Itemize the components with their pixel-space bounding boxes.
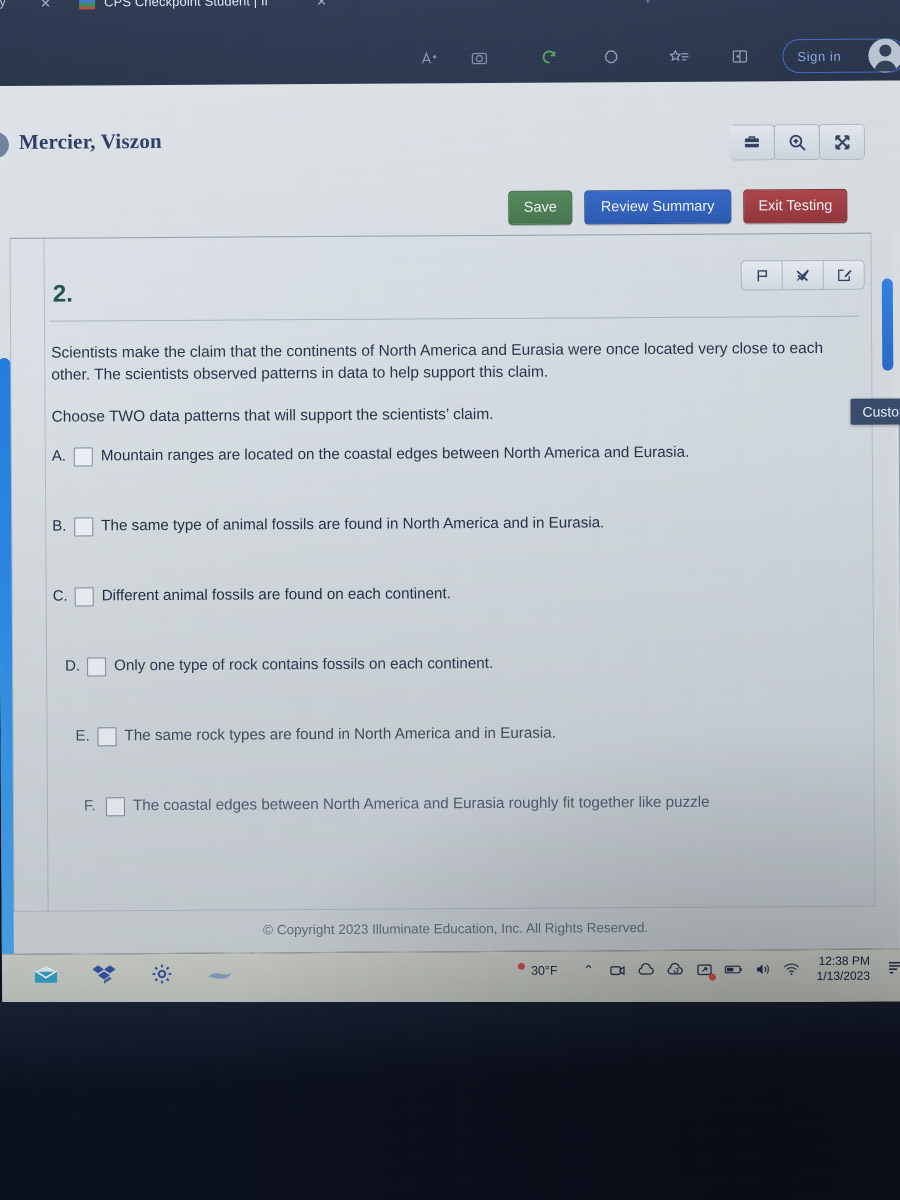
option-letter: A. <box>51 447 67 465</box>
show-hidden-icons-chevron[interactable]: ⌃ <box>579 960 599 980</box>
volume-icon[interactable] <box>753 959 773 979</box>
option-text: Different animal fossils are found on ea… <box>101 585 451 605</box>
option-text: Only one type of rock contains fossils o… <box>114 654 494 675</box>
weather-widget[interactable]: 30°F <box>517 962 558 979</box>
tab-partial-label[interactable]: ty <box>0 0 6 9</box>
exit-testing-button[interactable]: Exit Testing <box>743 188 848 224</box>
student-name: Mercier, Viszon <box>18 128 162 154</box>
avatar-head <box>879 44 892 57</box>
battery-icon[interactable] <box>724 959 744 979</box>
toolbox-button[interactable] <box>729 124 776 161</box>
screen-content: ty ✕ CPS Checkpoint Student | Il ✕ + <box>0 0 900 1041</box>
option-letter: C. <box>52 587 68 605</box>
tab-close-left[interactable]: ✕ <box>40 0 51 12</box>
answer-option-c[interactable]: C. Different animal fossils are found on… <box>53 582 853 657</box>
mail-icon[interactable] <box>32 961 60 989</box>
answer-option-a[interactable]: A. Mountain ranges are located on the co… <box>52 442 852 517</box>
eliminate-choice-button[interactable] <box>782 260 824 290</box>
settings-gear-icon[interactable] <box>148 960 176 988</box>
question-toolbar <box>740 259 865 291</box>
new-tab-button[interactable]: + <box>644 0 652 7</box>
illuminate-favicon <box>79 0 96 10</box>
notepad-button[interactable] <box>824 261 864 289</box>
cloud-icon[interactable] <box>637 960 657 980</box>
camera-icon[interactable] <box>608 960 628 980</box>
dropbox-icon[interactable] <box>90 960 118 988</box>
temperature-label: 30°F <box>530 963 558 978</box>
browser-essentials-icon[interactable] <box>598 44 624 70</box>
clock-time: 12:38 PM <box>818 953 870 968</box>
header-tool-group <box>729 123 866 161</box>
profile-avatar[interactable] <box>868 38 900 73</box>
option-letter: B. <box>52 517 67 535</box>
panel-divider <box>43 238 49 911</box>
clock-widget[interactable]: 12:38 PM 1/13/2023 <box>816 954 870 984</box>
browser-toolbar: Sign in <box>0 12 900 74</box>
favorites-list-icon[interactable] <box>666 44 692 70</box>
answer-option-list: A. Mountain ranges are located on the co… <box>52 442 855 867</box>
screen-cast-icon[interactable] <box>695 960 716 981</box>
sign-in-label: Sign in <box>797 48 842 64</box>
stem-paragraph-2: Choose TWO data patterns that will suppo… <box>51 405 494 426</box>
option-letter: F. <box>83 797 96 815</box>
option-text: The same rock types are found in North A… <box>124 724 556 745</box>
weather-dot-icon <box>517 962 526 970</box>
flag-question-button[interactable] <box>741 261 783 290</box>
assessment-page: ‹ Mercier, Viszon <box>0 80 900 1041</box>
copyright-notice: © Copyright 2023 Illuminate Education, I… <box>263 920 649 938</box>
avatar-body <box>874 60 897 72</box>
option-checkbox[interactable] <box>87 657 107 677</box>
taskbar-pinned-apps <box>32 960 234 989</box>
page-scrollbar-thumb[interactable] <box>881 278 894 371</box>
desk-surface-below-screen <box>0 1002 900 1200</box>
refresh-green-icon[interactable] <box>536 45 562 71</box>
option-text: The coastal edges between North America … <box>132 793 710 815</box>
option-text: Mountain ranges are located on the coast… <box>100 443 690 465</box>
wifi-icon[interactable] <box>782 959 802 979</box>
answer-option-b[interactable]: B. The same type of animal fossils are f… <box>52 512 852 587</box>
desk-sheen <box>0 1002 900 1200</box>
collections-photo-icon[interactable] <box>466 45 492 71</box>
option-checkbox[interactable] <box>105 797 126 817</box>
option-letter: E. <box>75 727 90 745</box>
answer-option-d[interactable]: D. Only one type of rock contains fossil… <box>53 652 853 727</box>
read-aloud-icon[interactable] <box>416 45 442 71</box>
system-tray: 30°F ⌃ 12:38 PM 1/13/2023 <box>517 953 900 985</box>
option-letter: D. <box>65 657 81 675</box>
tab-close-active[interactable]: ✕ <box>316 0 327 10</box>
option-text: The same type of animal fossils are foun… <box>101 514 605 535</box>
app-header: ‹ Mercier, Viszon <box>0 110 900 200</box>
notifications-icon[interactable] <box>887 959 900 978</box>
question-number: 2. <box>52 280 73 308</box>
save-button[interactable]: Save <box>508 190 572 225</box>
option-checkbox[interactable] <box>74 587 94 607</box>
fullscreen-button[interactable] <box>818 123 866 160</box>
clock-date: 1/13/2023 <box>816 968 871 984</box>
customize-button[interactable]: Customize <box>850 398 900 425</box>
photo-of-screen: ty ✕ CPS Checkpoint Student | Il ✕ + <box>0 0 900 1200</box>
option-checkbox[interactable] <box>97 727 117 747</box>
back-navigation-icon[interactable]: ‹ <box>0 131 10 159</box>
windows-taskbar: 30°F ⌃ 12:38 PM 1/13/2023 <box>1 948 900 1007</box>
unknown-blue-icon[interactable] <box>206 960 234 988</box>
action-button-row: Save Review Summary Exit Testing <box>508 188 848 225</box>
option-checkbox[interactable] <box>74 517 94 537</box>
zoom-in-button[interactable] <box>773 123 821 161</box>
option-checkbox[interactable] <box>73 447 93 467</box>
answer-option-e[interactable]: E. The same rock types are found in Nort… <box>53 722 853 797</box>
review-summary-button[interactable]: Review Summary <box>583 189 732 225</box>
browser-chrome: ty ✕ CPS Checkpoint Student | Il ✕ + <box>0 0 900 86</box>
question-rule <box>48 315 859 322</box>
cast-alert-badge <box>708 973 716 981</box>
question-stem: Scientists make the claim that the conti… <box>51 338 842 429</box>
active-tab-title[interactable]: CPS Checkpoint Student | Il <box>104 0 268 9</box>
answer-option-f[interactable]: F. The coastal edges between North Ameri… <box>54 792 854 867</box>
question-panel: 2. Scientists make the claim that the co… <box>9 232 876 912</box>
cloud-sync-icon[interactable] <box>666 960 686 980</box>
split-screen-icon[interactable] <box>726 43 752 69</box>
stem-paragraph-1: Scientists make the claim that the conti… <box>51 339 824 384</box>
